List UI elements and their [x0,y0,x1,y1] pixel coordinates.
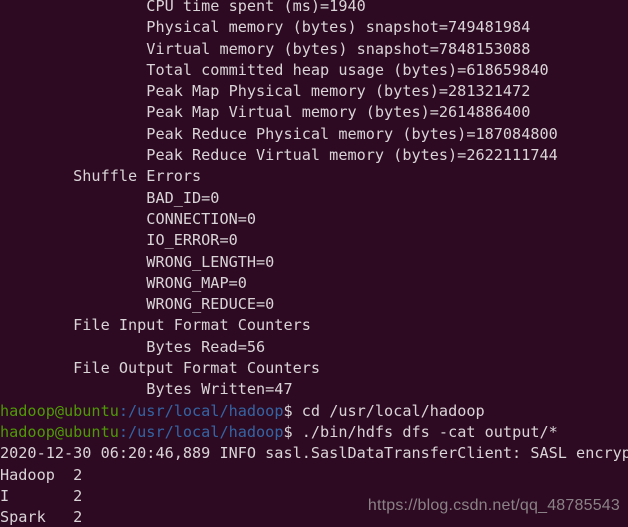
terminal-output-line: CPU time spent (ms)=1940 [0,0,628,17]
prompt-path: :/usr/local/hadoop [118,401,284,420]
terminal-output-line: Shuffle Errors [0,166,628,187]
output-text: File Output Format Counters [0,359,321,378]
terminal-output-line: 2020-12-30 06:20:46,889 INFO sasl.SaslDa… [0,443,628,464]
output-text: WRONG_LENGTH=0 [0,252,275,271]
output-text: Bytes Written=47 [0,380,293,399]
terminal-prompt-line: hadoop@ubuntu:/usr/local/hadoop$ cd /usr… [0,401,628,422]
terminal-output-line: File Input Format Counters [0,315,628,336]
output-text: I 2 [0,486,83,505]
output-text: WRONG_MAP=0 [0,273,247,292]
output-text: Peak Reduce Physical memory (bytes)=1870… [0,124,558,143]
output-text: Shuffle Errors [0,167,202,186]
output-text: Total committed heap usage (bytes)=61865… [0,60,549,79]
terminal-output-line: Peak Map Physical memory (bytes)=2813214… [0,81,628,102]
terminal-output-line: WRONG_REDUCE=0 [0,294,628,315]
output-text: Hadoop 2 [0,465,83,484]
output-text: Physical memory (bytes) snapshot=7494819… [0,18,531,37]
terminal-output-line: Bytes Read=56 [0,337,628,358]
terminal-output-line: I 2 [0,486,628,507]
output-text: CONNECTION=0 [0,209,257,228]
output-text: Peak Reduce Virtual memory (bytes)=26221… [0,146,558,165]
output-text: WRONG_REDUCE=0 [0,295,275,314]
terminal-output-line: CONNECTION=0 [0,209,628,230]
terminal-output: CPU time spent (ms)=1940 Physical memory… [0,0,628,527]
prompt-command: ./bin/hdfs dfs -cat output/* [301,422,558,441]
output-text: File Input Format Counters [0,316,311,335]
terminal-prompt-line: hadoop@ubuntu:/usr/local/hadoop$ ./bin/h… [0,422,628,443]
terminal-output-line: Physical memory (bytes) snapshot=7494819… [0,17,628,38]
terminal-output-line: IO_ERROR=0 [0,230,628,251]
output-text: IO_ERROR=0 [0,231,238,250]
output-text: Virtual memory (bytes) snapshot=78481530… [0,39,531,58]
output-text: Peak Map Physical memory (bytes)=2813214… [0,82,531,101]
output-text: CPU time spent (ms)=1940 [0,0,366,15]
terminal-output-line: Bytes Written=47 [0,379,628,400]
prompt-user-host: hadoop@ubuntu [0,401,119,420]
output-text: BAD_ID=0 [0,188,220,207]
terminal-output-line: Spark 2 [0,507,628,527]
output-text: Bytes Read=56 [0,337,266,356]
terminal-output-line: Peak Reduce Physical memory (bytes)=1870… [0,124,628,145]
prompt-command: cd /usr/local/hadoop [301,401,485,420]
prompt-sigil: $ [283,422,302,441]
terminal-output-line: Total committed heap usage (bytes)=61865… [0,60,628,81]
terminal-window[interactable]: CPU time spent (ms)=1940 Physical memory… [0,0,628,527]
terminal-output-line: WRONG_LENGTH=0 [0,252,628,273]
prompt-path: :/usr/local/hadoop [118,422,284,441]
terminal-output-line: Peak Reduce Virtual memory (bytes)=26221… [0,145,628,166]
terminal-output-line: Hadoop 2 [0,465,628,486]
terminal-output-line: BAD_ID=0 [0,188,628,209]
terminal-output-line: Virtual memory (bytes) snapshot=78481530… [0,39,628,60]
terminal-output-line: Peak Map Virtual memory (bytes)=26148864… [0,102,628,123]
output-text: Peak Map Virtual memory (bytes)=26148864… [0,103,531,122]
output-text: 2020-12-30 06:20:46,889 INFO sasl.SaslDa… [0,444,628,463]
prompt-sigil: $ [283,401,302,420]
output-text: Spark 2 [0,508,83,527]
terminal-output-line: File Output Format Counters [0,358,628,379]
terminal-output-line: WRONG_MAP=0 [0,273,628,294]
prompt-user-host: hadoop@ubuntu [0,422,119,441]
